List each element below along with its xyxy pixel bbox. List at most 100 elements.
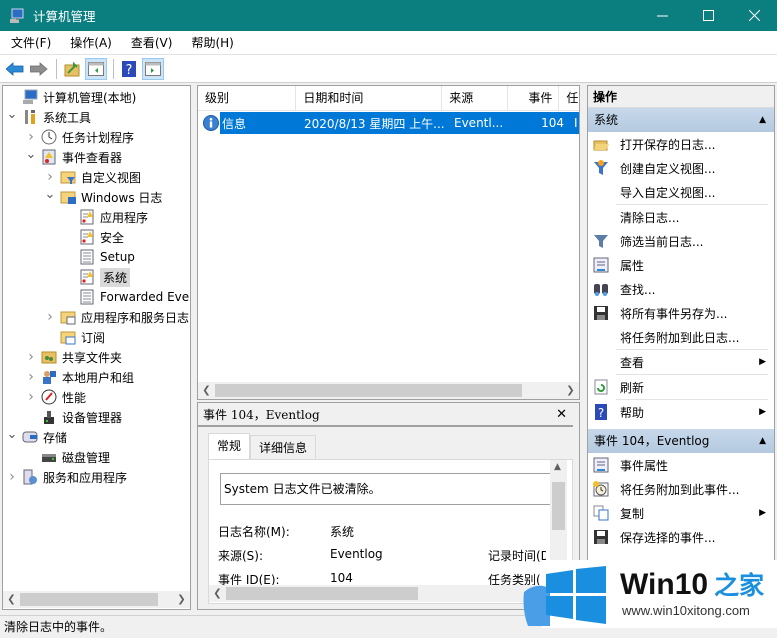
toolbar-separator (56, 58, 57, 79)
minimize-button[interactable] (639, 0, 685, 31)
action-item[interactable]: 筛选当前日志... (588, 229, 774, 253)
tree-item[interactable]: › 应用程序和服务日志 (44, 307, 189, 327)
scrollbar-thumb[interactable] (215, 384, 522, 397)
tree-item[interactable]: 应用程序 (63, 207, 148, 227)
event-row[interactable]: 信息 2020/8/13 星期四 上午... Eventl... 104 I (220, 112, 579, 134)
list-horizontal-scrollbar[interactable]: ❮ ❯ (198, 382, 579, 399)
column-task[interactable]: 任 (559, 86, 579, 111)
tree-item[interactable]: ⌄ 系统工具 (6, 107, 91, 127)
tab-general[interactable]: 常规 (208, 433, 251, 459)
action-item[interactable]: 将任务附加到此日志... (588, 325, 774, 349)
no-icon (593, 354, 609, 370)
scroll-up-icon[interactable]: ▲ (554, 462, 561, 472)
scrollbar-thumb[interactable] (552, 482, 565, 530)
tree-item[interactable]: ⌄ 存储 (6, 427, 67, 447)
action-item[interactable]: 将所有事件另存为... (588, 301, 774, 325)
scrollbar-thumb[interactable] (20, 593, 158, 606)
chevron-down-icon[interactable]: ⌄ (25, 147, 37, 162)
action-item[interactable]: ? 帮助 ▶ (588, 400, 774, 424)
collapse-icon[interactable]: ▲ (759, 429, 766, 453)
action-item[interactable]: 清除日志... (588, 205, 774, 229)
column-event-id[interactable]: 事件 ID (508, 86, 560, 130)
performance-icon (41, 389, 57, 405)
action-item[interactable]: 复制 ▶ (588, 501, 774, 525)
maximize-button[interactable] (685, 0, 731, 31)
tree-item[interactable]: › 任务计划程序 (25, 127, 134, 147)
menu-action[interactable]: 操作(A) (62, 34, 120, 51)
tree-item[interactable]: Setup (63, 247, 135, 267)
action-item[interactable]: 事件属性 (588, 453, 774, 477)
tree-item[interactable]: › 共享文件夹 (25, 347, 122, 367)
help-icon: ? (593, 404, 609, 420)
event-detail-title: 事件 104，Eventlog (203, 407, 320, 422)
scroll-right-icon[interactable]: ❯ (562, 382, 579, 399)
tree-item[interactable]: › 性能 (25, 387, 86, 407)
column-level[interactable]: 级别 (198, 86, 297, 111)
close-icon (748, 10, 760, 21)
menu-file[interactable]: 文件(F) (3, 34, 59, 51)
tree-item[interactable]: ⌄ Windows 日志 (44, 187, 163, 207)
chevron-right-icon[interactable]: › (44, 169, 56, 185)
tree-item[interactable]: › 自定义视图 (44, 167, 141, 187)
tree-item[interactable]: 安全 (63, 227, 124, 247)
action-item[interactable]: 查看 ▶ (588, 350, 774, 374)
console-tree-icon (88, 61, 104, 76)
help-button[interactable]: ? (118, 58, 140, 80)
scroll-left-icon[interactable]: ❮ (198, 382, 215, 399)
detail-horizontal-scrollbar[interactable]: ❮ (209, 585, 567, 602)
tree-item[interactable]: 订阅 (44, 327, 105, 347)
action-section-header[interactable]: 事件 104，Eventlog ▲ (588, 429, 774, 453)
chevron-right-icon[interactable]: › (25, 369, 37, 385)
tree-item-label: 设备管理器 (62, 410, 123, 425)
menu-view[interactable]: 查看(V) (123, 34, 181, 51)
back-icon (6, 61, 24, 76)
back-button[interactable] (4, 58, 26, 80)
scroll-left-icon[interactable]: ❮ (209, 585, 226, 602)
close-detail-icon[interactable]: ✕ (556, 407, 567, 422)
tree-item[interactable]: 设备管理器 (25, 407, 122, 427)
menu-help[interactable]: 帮助(H) (183, 34, 241, 51)
column-source[interactable]: 来源 (442, 86, 508, 111)
action-item[interactable]: 创建自定义视图... (588, 156, 774, 180)
event-task: I (574, 116, 578, 130)
forward-button[interactable] (28, 58, 50, 80)
chevron-down-icon[interactable]: ⌄ (44, 187, 56, 202)
event-message[interactable]: System 日志文件已被清除。 (220, 473, 550, 505)
action-item[interactable]: 查找... (588, 277, 774, 301)
tree-item[interactable]: Forwarded Eve (63, 287, 189, 307)
tree-item[interactable]: 系统 (63, 267, 134, 287)
scroll-left-icon[interactable]: ❮ (3, 591, 20, 608)
action-item[interactable]: 属性 (588, 253, 774, 277)
action-item[interactable]: 刷新 (588, 375, 774, 399)
tree-item[interactable]: 计算机管理(本地) (6, 87, 136, 107)
close-button[interactable] (731, 0, 777, 31)
chevron-down-icon[interactable]: ⌄ (6, 107, 18, 122)
chevron-right-icon[interactable]: › (25, 129, 37, 145)
action-item[interactable]: 将任务附加到此事件... (588, 477, 774, 501)
show-hide-console-tree-button[interactable] (85, 57, 107, 80)
up-folder-button[interactable] (61, 58, 83, 80)
chevron-down-icon[interactable]: ⌄ (6, 427, 18, 442)
tree-item-label: 系统工具 (43, 110, 92, 125)
tree-item[interactable]: ⌄ 事件查看器 (25, 147, 122, 167)
show-hide-action-pane-button[interactable] (142, 57, 164, 80)
scrollbar-thumb[interactable] (226, 587, 418, 600)
tab-details[interactable]: 详细信息 (250, 435, 317, 459)
scroll-right-icon[interactable]: ❯ (173, 591, 190, 608)
chevron-right-icon[interactable]: › (6, 469, 18, 485)
column-datetime[interactable]: 日期和时间 (296, 86, 443, 111)
action-item[interactable]: 保存选择的事件... (588, 525, 774, 549)
tree-item[interactable]: › 服务和应用程序 (6, 467, 127, 487)
chevron-right-icon[interactable]: › (44, 309, 56, 325)
tree-horizontal-scrollbar[interactable]: ❮ ❯ (3, 591, 190, 608)
up-folder-icon (64, 61, 80, 76)
tree-item[interactable]: › 本地用户和组 (25, 367, 134, 387)
action-section-header[interactable]: 系统 ▲ (588, 108, 774, 132)
chevron-right-icon[interactable]: › (25, 389, 37, 405)
chevron-right-icon[interactable]: › (25, 349, 37, 365)
action-item-label: 复制 (620, 506, 645, 521)
action-item[interactable]: 打开保存的日志... (588, 132, 774, 156)
action-item[interactable]: 导入自定义视图... (588, 180, 774, 204)
tree-item[interactable]: 磁盘管理 (25, 447, 110, 467)
collapse-icon[interactable]: ▲ (759, 108, 766, 132)
